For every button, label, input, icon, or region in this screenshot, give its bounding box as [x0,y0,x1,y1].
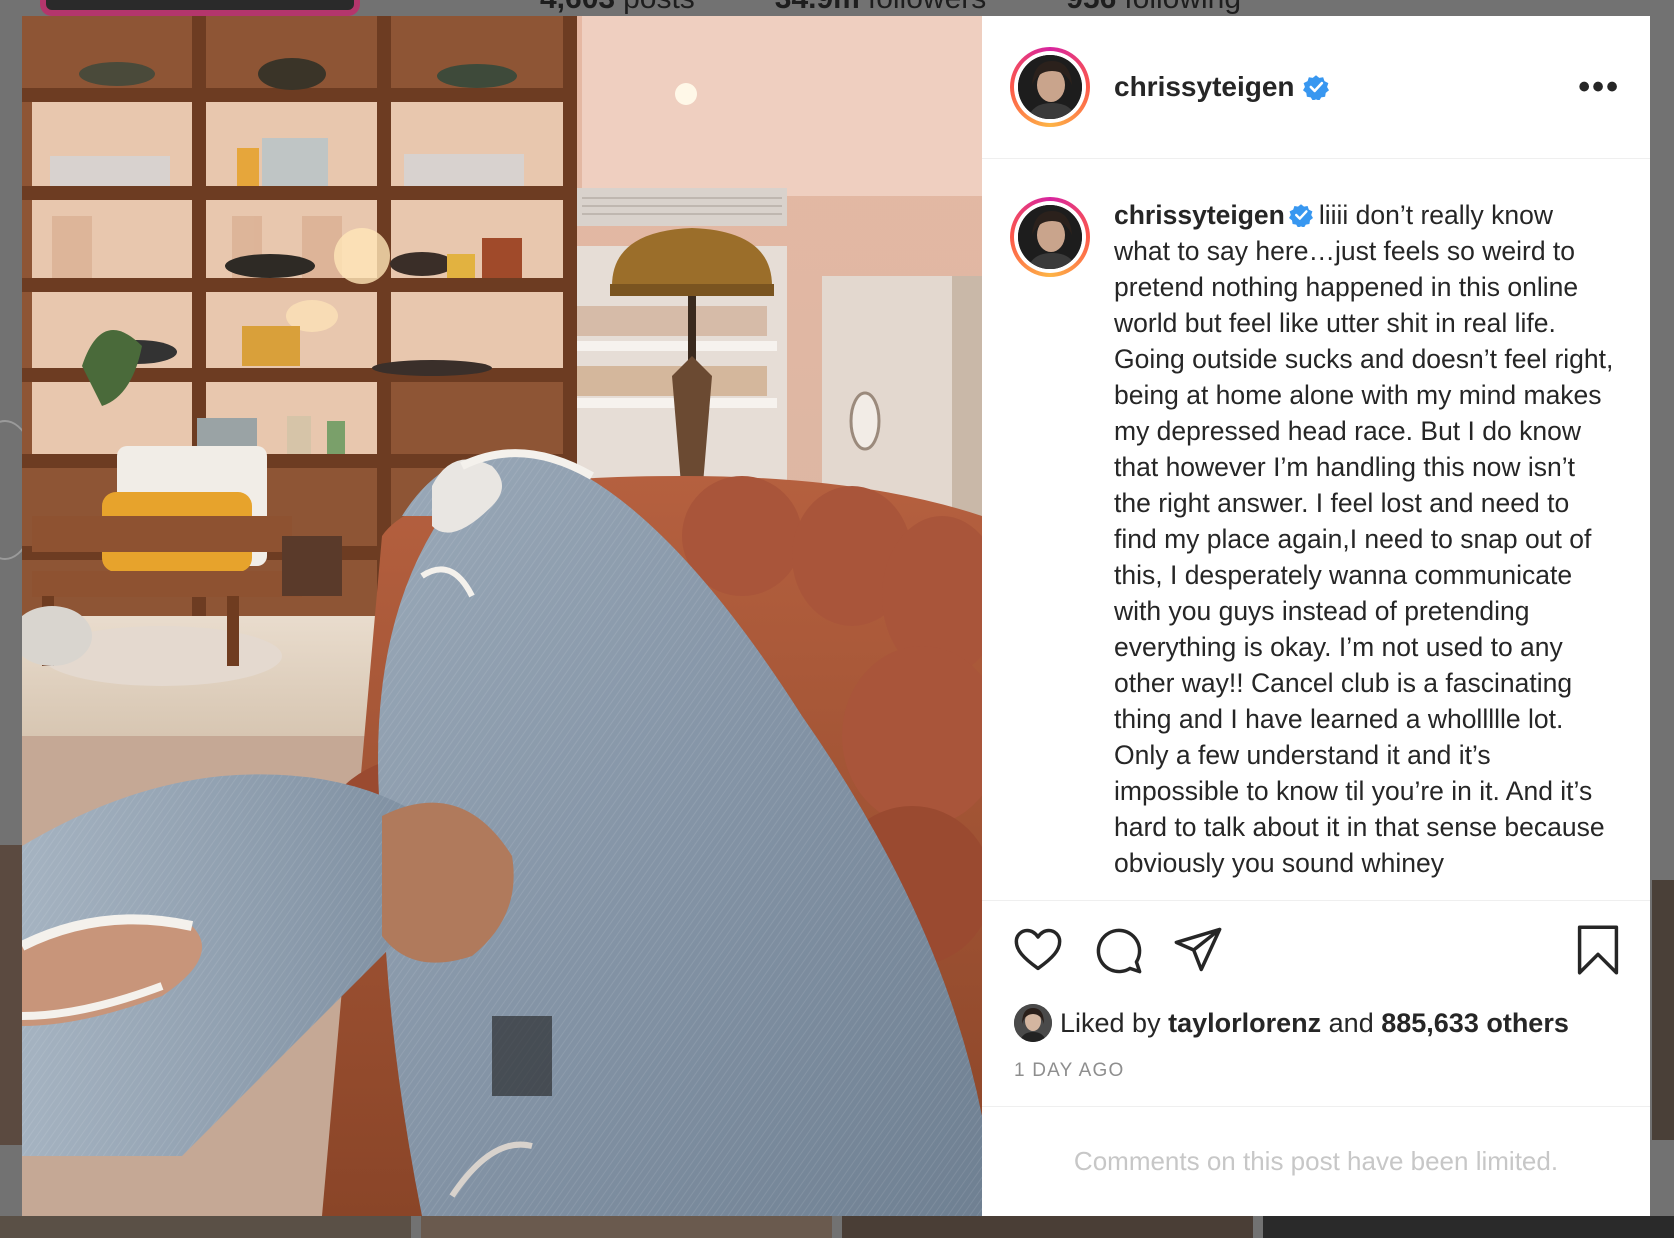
caption-username[interactable]: chrissyteigen [1114,200,1285,230]
liked-by-user[interactable]: taylorlorenz [1168,1008,1321,1039]
comment-icon[interactable] [1092,924,1144,976]
post-timestamp[interactable]: 1 DAY AGO [982,1048,1650,1106]
stat-following: 956following [1066,0,1241,16]
author-username[interactable]: chrissyteigen [1114,71,1295,103]
stat-posts: 4,603posts [540,0,695,16]
stat-followers: 34.9mfollowers [775,0,986,16]
page-backdrop: 4,603posts 34.9mfollowers 956following [0,0,1674,1238]
verified-badge-icon [1288,204,1313,227]
liked-by-prefix: Liked by [1060,1007,1161,1038]
verified-badge-icon [1302,75,1329,100]
author-avatar[interactable] [1010,47,1090,127]
heart-icon[interactable] [1012,924,1064,976]
background-grid-row [0,1216,1674,1238]
liked-by-and: and [1328,1007,1374,1038]
post-caption: chrissyteigen liiii don’t really know wh… [1114,197,1614,900]
caption-area: chrissyteigen liiii don’t really know wh… [982,159,1650,900]
post-details-panel: chrissyteigen ••• chrissyteigen liiii do… [982,16,1650,1216]
post-photo-illustration [22,16,982,1216]
background-profile-avatar [40,0,360,16]
post-photo[interactable] [22,16,982,1216]
caption-body: liiii don’t really know what to say here… [1114,200,1614,878]
avatar-photo [1018,205,1082,269]
avatar-photo [1018,55,1082,119]
liked-by-others[interactable]: 885,633 others [1381,1008,1569,1039]
bookmark-icon[interactable] [1572,924,1624,976]
post-modal: chrissyteigen ••• chrissyteigen liiii do… [22,16,1650,1216]
caption-author-avatar[interactable] [1010,197,1090,277]
background-profile-stats: 4,603posts 34.9mfollowers 956following [540,0,1241,16]
more-options-icon[interactable]: ••• [1578,68,1620,107]
share-icon[interactable] [1172,924,1224,976]
likes-summary: Liked by taylorlorenz and 885,633 others [982,998,1650,1048]
liker-avatar[interactable] [1014,1004,1052,1042]
post-header: chrissyteigen ••• [982,16,1650,159]
background-thumbnail-left [0,845,22,1145]
comments-limited-notice: Comments on this post have been limited. [982,1106,1650,1216]
post-actions-bar [982,900,1650,998]
background-thumbnail-right [1652,880,1674,1140]
